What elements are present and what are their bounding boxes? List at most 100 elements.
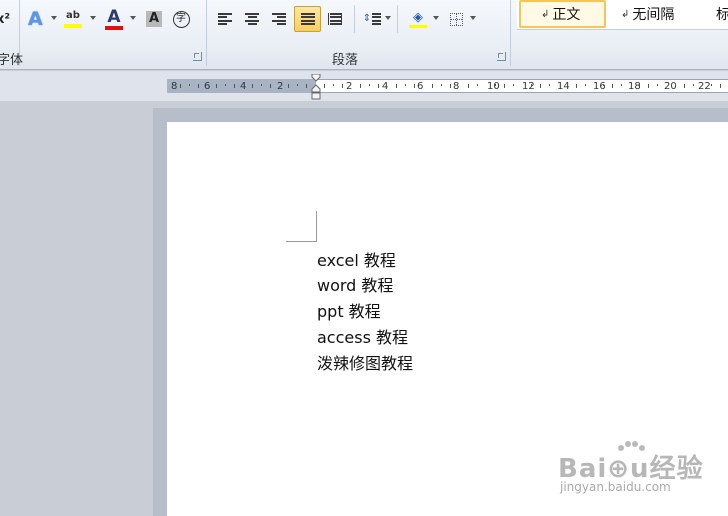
font-group-label: 字体	[0, 53, 24, 68]
justify-button[interactable]	[294, 6, 321, 32]
font-color-bar	[105, 25, 123, 30]
align-right-icon	[272, 13, 286, 25]
character-shading-button[interactable]: A	[144, 7, 164, 31]
ruler-tick	[360, 84, 361, 88]
group-separator	[510, 0, 511, 66]
ruler-number: 8	[453, 81, 460, 92]
ruler-tick	[621, 84, 622, 86]
font-color-button[interactable]: A	[103, 7, 125, 31]
ruler-tick	[567, 84, 568, 86]
ruler-tick	[342, 84, 343, 88]
ruler-number: 2	[346, 81, 353, 92]
superscript-button[interactable]: x²	[0, 7, 10, 31]
style-no-spacing-label: 无间隔	[632, 7, 675, 23]
enclose-characters-button[interactable]: 字	[170, 7, 192, 31]
ruler-tick	[657, 84, 658, 86]
text-effects-button[interactable]: A	[27, 7, 47, 31]
ruler-tick	[234, 84, 235, 88]
style-heading-label: 标	[716, 7, 728, 23]
ruler-number: 6	[417, 81, 424, 92]
ruler-tick	[216, 84, 217, 88]
ruler-number: 2	[277, 81, 284, 92]
ruler-tick	[468, 84, 469, 88]
indent-marker-icon[interactable]	[311, 74, 321, 100]
align-right-button[interactable]	[268, 7, 290, 31]
line-spacing-icon: ⇕	[363, 13, 382, 25]
paragraph-mark-icon: ↲	[621, 8, 630, 20]
ruler-number: 14	[557, 81, 570, 92]
highlight-dropdown-icon[interactable]	[90, 16, 96, 20]
font-dialog-launcher-icon[interactable]	[193, 52, 202, 61]
ruler-number: 6	[204, 81, 211, 92]
style-heading[interactable]: 标	[716, 0, 728, 28]
style-no-spacing[interactable]: ↲ 无间隔	[617, 0, 707, 28]
line-spacing-dropdown-icon[interactable]	[385, 16, 391, 20]
highlighter-icon: ab	[66, 10, 80, 21]
style-normal-label: 正文	[552, 7, 581, 23]
ruler-number: 16	[593, 81, 606, 92]
distributed-button[interactable]	[324, 7, 346, 31]
borders-button[interactable]	[446, 7, 466, 31]
ruler-tick	[405, 84, 406, 86]
document-line[interactable]: ppt 教程	[317, 298, 381, 322]
document-line[interactable]: word 教程	[317, 272, 393, 296]
highlight-color-bar	[64, 24, 82, 28]
ruler-number: 10	[487, 81, 500, 92]
ruler-tick	[225, 84, 226, 86]
ruler-number: 8	[171, 81, 178, 92]
ruler-tick	[612, 84, 613, 88]
borders-dropdown-icon[interactable]	[470, 16, 476, 20]
ruler-tick	[675, 84, 676, 86]
text-effects-icon: A	[28, 8, 43, 30]
ruler-tick	[495, 84, 496, 86]
baidu-watermark: Bai⊕u经验 jingyan.baidu.com	[558, 440, 728, 510]
highlight-button[interactable]: ab	[63, 7, 83, 31]
document-line[interactable]: 泼辣修图教程	[317, 350, 413, 374]
ruler-tick	[513, 84, 514, 86]
ruler-tick	[693, 84, 694, 86]
ribbon: x² A ab A A 字 ⇕ ◈ 字体 段落 ↲ 正文 ↲ 无间隔 标	[0, 0, 728, 70]
ruler-tick	[603, 84, 604, 86]
ruler-tick	[396, 84, 397, 88]
ruler-tick	[252, 84, 253, 88]
ruler-tick	[198, 84, 199, 88]
ruler-number: 18	[628, 81, 641, 92]
ruler-number: 4	[240, 81, 247, 92]
shading-button[interactable]: ◈	[406, 7, 430, 31]
shading-dropdown-icon[interactable]	[433, 16, 439, 20]
separator	[354, 5, 355, 33]
ruler-tick	[306, 84, 307, 88]
ruler-tick	[270, 84, 271, 88]
ruler-tick	[540, 84, 541, 88]
document-line[interactable]: access 教程	[317, 324, 408, 348]
enclose-characters-icon: 字	[172, 10, 190, 28]
paragraph-mark-icon: ↲	[541, 8, 550, 20]
align-center-icon	[245, 13, 259, 25]
ruler-tick	[576, 84, 577, 88]
ruler-tick	[369, 84, 370, 86]
align-left-button[interactable]	[214, 7, 236, 31]
paragraph-dialog-launcher-icon[interactable]	[497, 52, 506, 61]
ruler-number: 4	[382, 81, 389, 92]
ruler-tick	[477, 84, 478, 86]
document-line[interactable]: excel 教程	[317, 247, 396, 271]
margin-corner-mark	[286, 211, 317, 242]
paint-bucket-icon: ◈	[413, 9, 423, 25]
line-spacing-button[interactable]: ⇕	[361, 7, 383, 31]
ruler-tick	[432, 84, 433, 88]
align-center-button[interactable]	[241, 7, 263, 31]
text-effects-dropdown-icon[interactable]	[51, 16, 57, 20]
ruler-tick	[450, 84, 451, 88]
font-color-dropdown-icon[interactable]	[130, 16, 136, 20]
paragraph-group-label: 段落	[332, 53, 359, 68]
group-separator	[206, 0, 207, 66]
ruler-number: 22	[698, 81, 711, 92]
ruler-tick	[180, 84, 181, 88]
align-left-icon	[218, 13, 232, 25]
ruler-tick	[324, 84, 325, 88]
ruler-tick	[585, 84, 586, 86]
styles-gallery: ↲ 正文 ↲ 无间隔 标	[517, 0, 728, 30]
style-normal[interactable]: ↲ 正文	[519, 0, 606, 28]
distributed-icon	[328, 13, 342, 25]
ruler-tick	[711, 84, 712, 86]
